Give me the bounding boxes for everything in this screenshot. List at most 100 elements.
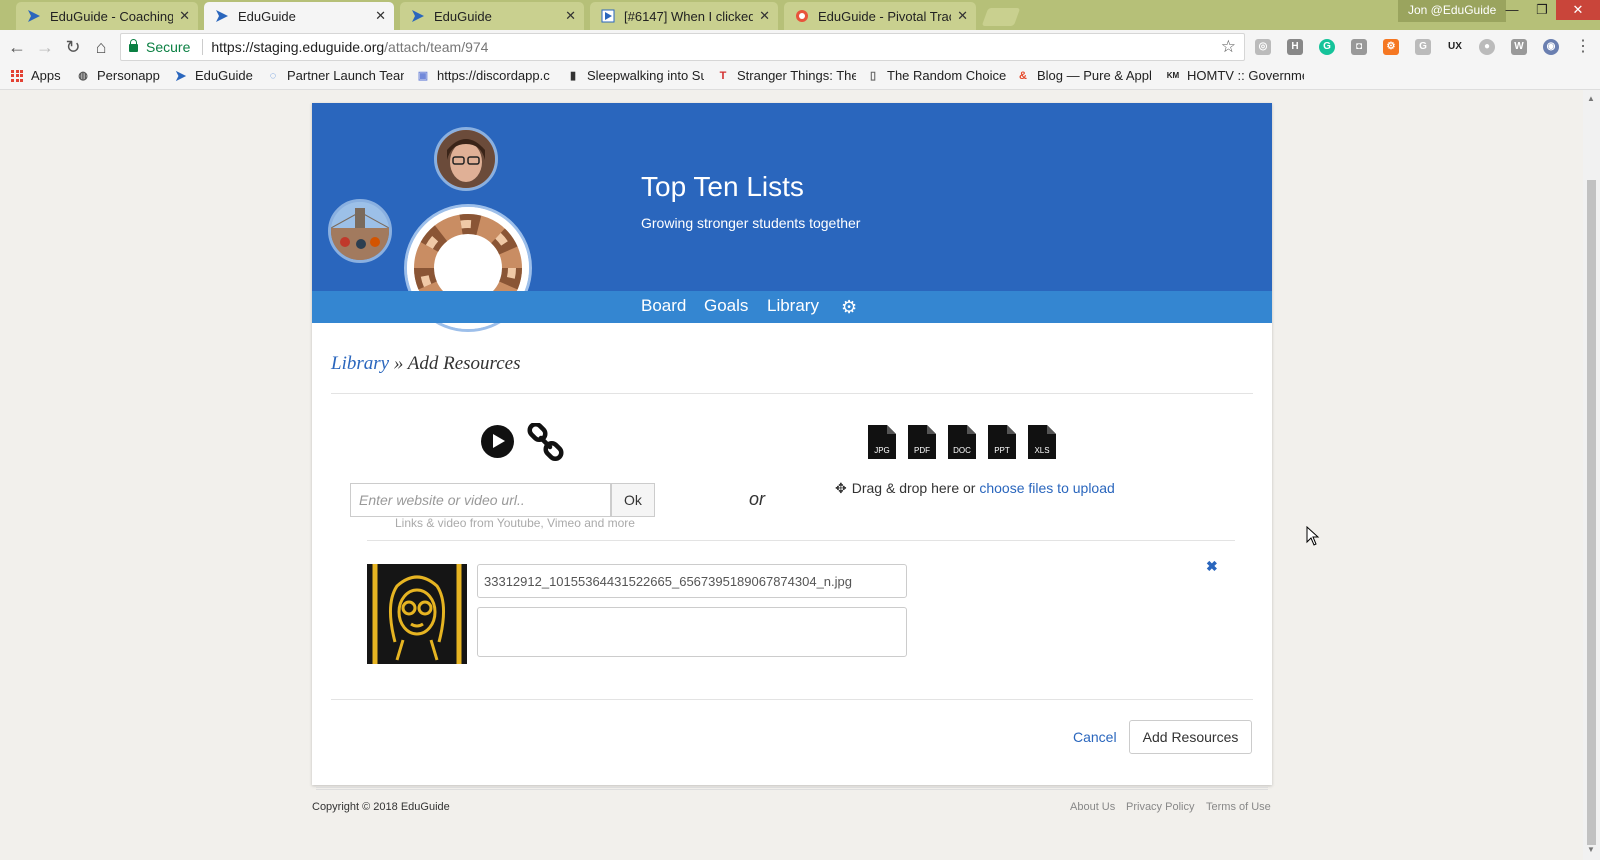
reload-icon[interactable]: ↻ bbox=[62, 36, 84, 58]
cancel-link[interactable]: Cancel bbox=[1073, 729, 1117, 745]
bookmark-item[interactable]: ◍ Personapp bbox=[76, 68, 168, 83]
nav-library[interactable]: Library bbox=[767, 296, 819, 316]
team-nav: Board Goals Library ⚙ bbox=[312, 291, 1272, 323]
tab-title: EduGuide - Coaching Too bbox=[50, 8, 174, 24]
eduguide-favicon-icon bbox=[26, 8, 42, 24]
nav-board[interactable]: Board bbox=[641, 296, 686, 316]
bookmark-item[interactable]: EduGuide bbox=[174, 68, 258, 83]
browser-tab-strip: EduGuide - Coaching Too ✕ EduGuide ✕ Edu… bbox=[0, 0, 1600, 30]
circle-ext-icon[interactable]: ● bbox=[1479, 39, 1495, 55]
bookmark-item[interactable]: ▣ https://discordapp.c bbox=[416, 68, 554, 83]
link-chain-icon bbox=[527, 423, 564, 462]
member-avatar[interactable] bbox=[328, 199, 392, 263]
page-scrollbar[interactable]: ▲ ▼ bbox=[1583, 90, 1600, 860]
choose-files-link[interactable]: choose files to upload bbox=[979, 480, 1114, 496]
breadcrumb-separator: » bbox=[393, 353, 404, 374]
file-type-label: DOC bbox=[953, 446, 971, 455]
tab-title: [#6147] When I clicked o bbox=[624, 8, 754, 24]
footer-about-link[interactable]: About Us bbox=[1070, 801, 1115, 813]
ppt-file-icon: PPT bbox=[988, 425, 1016, 459]
forward-arrow-icon[interactable]: → bbox=[34, 36, 56, 58]
scroll-up-icon[interactable]: ▲ bbox=[1587, 94, 1595, 103]
bookmark-item[interactable]: ▮ Sleepwalking into Su bbox=[566, 68, 704, 83]
tab-close-icon[interactable]: ✕ bbox=[565, 8, 576, 24]
eye-ext-icon[interactable]: ◉ bbox=[1543, 39, 1559, 55]
bookmark-item[interactable]: T Stranger Things: The bbox=[716, 68, 856, 83]
homtv-icon: KM bbox=[1166, 71, 1180, 80]
remove-attachment-icon[interactable]: ✖ bbox=[1206, 558, 1218, 575]
eduguide-favicon-icon bbox=[214, 8, 230, 24]
bookmark-apps[interactable]: Apps bbox=[10, 68, 70, 83]
divider bbox=[331, 393, 1253, 394]
bookmark-item[interactable]: KM HOMTV :: Governme bbox=[1166, 68, 1304, 83]
scrollbar-thumb[interactable] bbox=[1587, 180, 1596, 845]
drop-zone[interactable]: ✥ Drag & drop here or choose files to upl… bbox=[835, 480, 1115, 497]
or-separator: or bbox=[749, 489, 766, 509]
page-icon: ▮ bbox=[569, 70, 577, 82]
browser-tab-active[interactable]: EduGuide ✕ bbox=[204, 2, 394, 30]
mouse-cursor-icon bbox=[1306, 526, 1320, 546]
divider bbox=[331, 699, 1253, 700]
bookmark-item[interactable]: ◌ Partner Launch Tean bbox=[266, 68, 404, 83]
ampersand-icon: & bbox=[1019, 69, 1027, 82]
browser-tab[interactable]: EduGuide - Pivotal Track ✕ bbox=[784, 2, 976, 30]
home-icon[interactable]: ⌂ bbox=[90, 36, 112, 58]
file-type-label: XLS bbox=[1034, 446, 1049, 455]
jpg-file-icon: JPG bbox=[868, 425, 896, 459]
breadcrumb-library-link[interactable]: Library bbox=[331, 353, 389, 374]
browser-tab[interactable]: EduGuide ✕ bbox=[400, 2, 584, 30]
pdf-file-icon: PDF bbox=[908, 425, 936, 459]
file-type-label: PPT bbox=[994, 446, 1010, 455]
browser-tab[interactable]: EduGuide - Coaching Too ✕ bbox=[16, 2, 198, 30]
attachment-description-input[interactable] bbox=[477, 607, 907, 657]
tab-close-icon[interactable]: ✕ bbox=[957, 8, 968, 24]
window-close-icon[interactable]: ✕ bbox=[1556, 0, 1600, 20]
bookmarks-bar: Apps ◍ Personapp EduGuide ◌ Partner Laun… bbox=[0, 64, 1600, 90]
w-ext-icon[interactable]: W bbox=[1511, 39, 1527, 55]
discord-icon: ▣ bbox=[417, 70, 429, 82]
attachment-thumbnail bbox=[367, 564, 467, 664]
bookmark-item[interactable]: & Blog — Pure & Appl bbox=[1016, 68, 1158, 83]
stranger-things-icon: T bbox=[719, 69, 727, 82]
hubspot-icon[interactable]: ⚙ bbox=[1383, 39, 1399, 55]
nav-goals[interactable]: Goals bbox=[704, 296, 748, 316]
footer-divider bbox=[316, 787, 1268, 790]
partner-launch-icon: ◌ bbox=[269, 69, 277, 82]
tab-close-icon[interactable]: ✕ bbox=[375, 8, 386, 24]
tab-close-icon[interactable]: ✕ bbox=[759, 8, 770, 24]
h-ext-icon[interactable]: H bbox=[1287, 39, 1303, 55]
tab-close-icon[interactable]: ✕ bbox=[179, 8, 190, 24]
new-tab-button[interactable] bbox=[981, 8, 1021, 26]
back-arrow-icon[interactable]: ← bbox=[6, 36, 28, 58]
personapp-icon: ◍ bbox=[78, 70, 88, 82]
apps-grid-icon bbox=[10, 69, 24, 83]
secure-label: Secure bbox=[146, 39, 191, 55]
member-avatar[interactable] bbox=[434, 127, 498, 191]
url-input[interactable] bbox=[350, 483, 611, 517]
add-resources-button[interactable]: Add Resources bbox=[1129, 720, 1252, 754]
bookmark-star-icon[interactable]: ☆ bbox=[1221, 37, 1236, 57]
tab-title: EduGuide - Pivotal Track bbox=[818, 8, 952, 24]
camera-ext-icon[interactable]: ◘ bbox=[1351, 39, 1367, 55]
gear-icon[interactable]: ⚙ bbox=[841, 297, 857, 318]
attachment-title-input[interactable] bbox=[477, 564, 907, 598]
team-title: Top Ten Lists bbox=[641, 171, 804, 202]
team-card: Top Ten Lists Growing stronger students … bbox=[312, 103, 1272, 785]
ux-ext-icon[interactable]: UX bbox=[1447, 39, 1463, 55]
breadcrumb: Library » Add Resources bbox=[331, 353, 521, 375]
grammarly-icon[interactable]: G bbox=[1319, 39, 1335, 55]
footer-terms-link[interactable]: Terms of Use bbox=[1206, 801, 1271, 813]
footer-privacy-link[interactable]: Privacy Policy bbox=[1126, 801, 1194, 813]
scroll-down-icon[interactable]: ▼ bbox=[1587, 845, 1595, 854]
ok-button[interactable]: Ok bbox=[611, 483, 655, 517]
bookmark-item[interactable]: ▯ The Random Choice bbox=[866, 68, 1006, 83]
breadcrumb-current: Add Resources bbox=[407, 353, 521, 374]
globe-ext-icon[interactable]: ◎ bbox=[1255, 39, 1271, 55]
eduguide-favicon-icon bbox=[174, 69, 188, 83]
secure-indicator[interactable]: Secure bbox=[129, 39, 190, 55]
browser-tab[interactable]: [#6147] When I clicked o ✕ bbox=[590, 2, 778, 30]
lock-icon bbox=[129, 39, 138, 52]
browser-menu-icon[interactable]: ⋮ bbox=[1575, 36, 1591, 56]
g-ext-icon[interactable]: G bbox=[1415, 39, 1431, 55]
url-bar[interactable]: Secure https://staging.eduguide.org/atta… bbox=[120, 33, 1245, 61]
